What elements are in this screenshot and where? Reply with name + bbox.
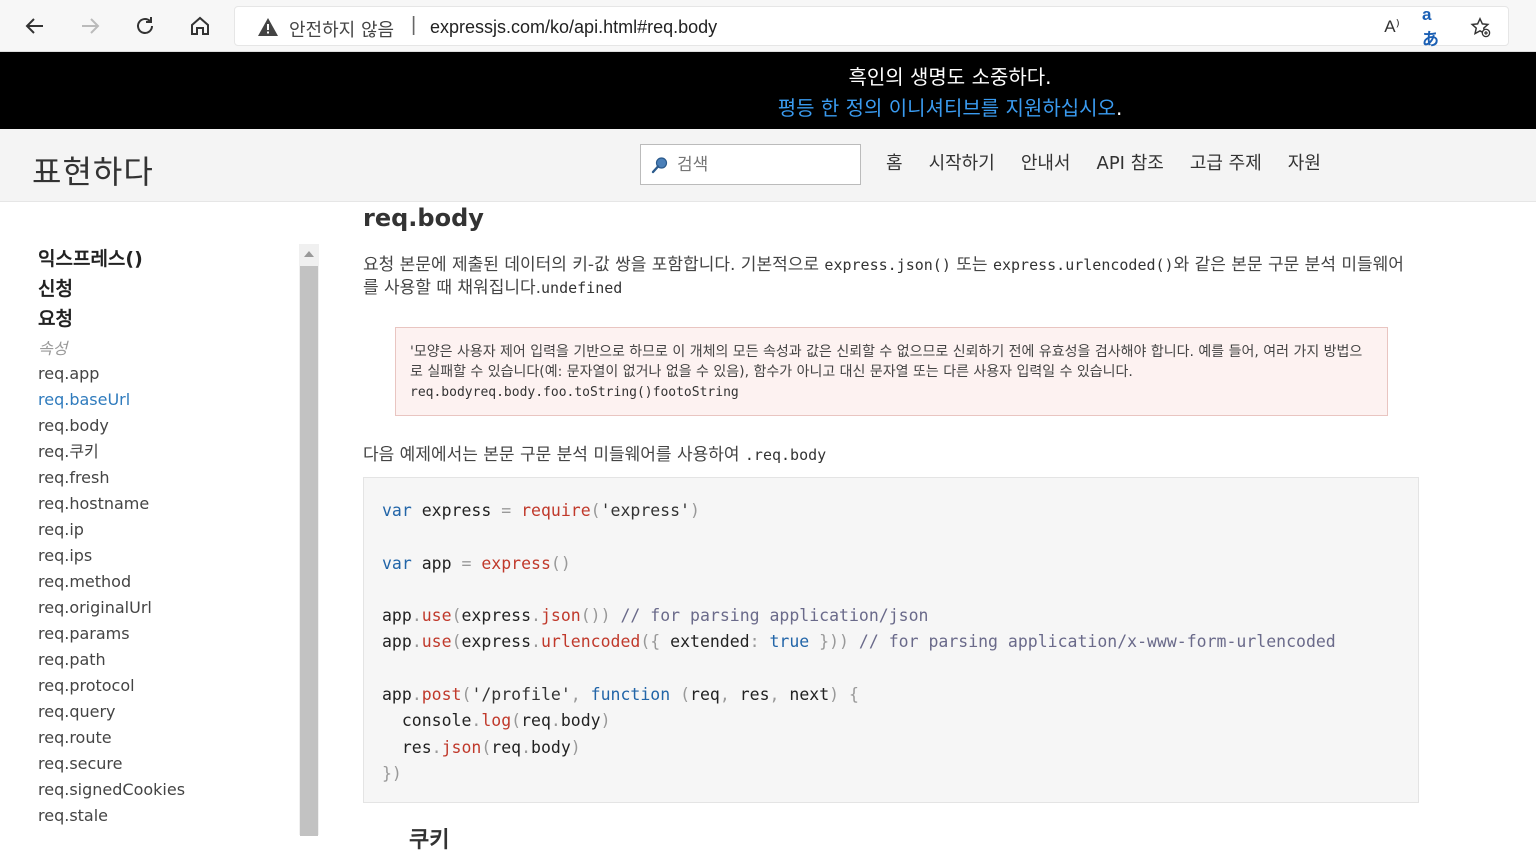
description-paragraph: 요청 본문에 제출된 데이터의 키-값 쌍을 포함합니다. 기본적으로 expr… xyxy=(363,254,1418,300)
warning-callout: '모양은 사용자 제어 입력을 기반으로 하므로 이 개체의 모든 속성과 값은… xyxy=(395,327,1388,416)
site-logo[interactable]: 표현하다 xyxy=(32,147,154,193)
example-intro-text: 다음 예제에서는 본문 구문 분석 미들웨어를 사용하여 xyxy=(363,445,745,465)
blm-banner: 흑인의 생명도 소중하다. 평등 한 정의 이니셔티브를 지원하십시오. xyxy=(0,52,1536,129)
banner-headline: 흑인의 생명도 소중하다. xyxy=(848,65,1052,89)
sidebar-item-req-cookies[interactable]: req.쿠키 xyxy=(38,439,185,465)
sidebar-item-req-app[interactable]: req.app xyxy=(38,361,185,387)
translate-icon[interactable]: aあ xyxy=(1422,5,1448,49)
sidebar-item-req-hostname[interactable]: req.hostname xyxy=(38,491,185,517)
scroll-up-arrow-icon[interactable] xyxy=(299,244,319,264)
sidebar-heading-express[interactable]: 익스프레스() xyxy=(38,244,185,274)
next-section-heading: 쿠키 xyxy=(409,828,450,853)
sidebar-item-req-fresh[interactable]: req.fresh xyxy=(38,465,185,491)
warning-text: '모양은 사용자 제어 입력을 기반으로 하므로 이 개체의 모든 속성과 값은… xyxy=(410,344,1363,380)
forward-button[interactable] xyxy=(72,8,108,44)
sidebar-item-req-method[interactable]: req.method xyxy=(38,569,185,595)
menu-guide[interactable]: 안내서 xyxy=(1021,149,1071,175)
description-text-a: 요청 본문에 제출된 데이터의 키-값 쌍을 포함합니다. 기본적으로 xyxy=(363,255,825,275)
sidebar-item-req-route[interactable]: req.route xyxy=(38,725,185,751)
search-box[interactable] xyxy=(640,144,861,185)
read-aloud-icon[interactable]: A⁾ xyxy=(1379,15,1405,39)
url-text[interactable]: expressjs.com/ko/api.html#req.body xyxy=(430,17,717,38)
description-text-b: 또는 xyxy=(950,255,993,275)
site-header: 표현하다 홈 시작하기 안내서 API 참조 고급 주제 자원 xyxy=(0,129,1536,202)
sidebar-subheading-properties: 속성 xyxy=(38,339,68,358)
browser-toolbar: 안전하지 않음 | expressjs.com/ko/api.html#req.… xyxy=(0,0,1536,52)
sidebar-item-req-originalurl[interactable]: req.originalUrl xyxy=(38,595,185,621)
sidebar-heading-application[interactable]: 신청 xyxy=(38,274,185,304)
menu-advanced-topics[interactable]: 고급 주제 xyxy=(1190,149,1262,175)
back-arrow-icon xyxy=(25,18,43,34)
sidebar-item-req-secure[interactable]: req.secure xyxy=(38,751,185,777)
banner-period: . xyxy=(1115,96,1123,120)
sidebar-item-req-signedcookies[interactable]: req.signedCookies xyxy=(38,777,185,803)
sidebar-item-req-params[interactable]: req.params xyxy=(38,621,185,647)
home-button[interactable] xyxy=(182,8,218,44)
warning-code: req.bodyreq.body.foo.toString()footoStri… xyxy=(410,385,739,400)
code-express-urlencoded: express.urlencoded() xyxy=(992,256,1174,274)
menu-getting-started[interactable]: 시작하기 xyxy=(929,149,995,175)
scrollbar-thumb[interactable] xyxy=(300,266,318,836)
api-sidebar: 익스프레스() 신청 요청 속성 req.app req.baseUrl req… xyxy=(0,202,320,836)
address-separator: | xyxy=(411,14,417,36)
sidebar-heading-request[interactable]: 요청 xyxy=(38,304,185,334)
sidebar-item-req-stale[interactable]: req.stale xyxy=(38,803,185,829)
sidebar-item-req-ips[interactable]: req.ips xyxy=(38,543,185,569)
sidebar-item-req-ip[interactable]: req.ip xyxy=(38,517,185,543)
page-title: req.body xyxy=(363,204,484,232)
sidebar-item-req-baseurl[interactable]: req.baseUrl xyxy=(38,387,185,413)
example-intro-code: .req.body xyxy=(744,446,827,464)
sidebar-list: 익스프레스() 신청 요청 속성 req.app req.baseUrl req… xyxy=(38,244,185,829)
code-example: var express = require('express') var app… xyxy=(363,477,1419,803)
code-express-json: express.json() xyxy=(824,256,951,274)
example-intro: 다음 예제에서는 본문 구문 분석 미들웨어를 사용하여 .req.body xyxy=(363,440,826,465)
sidebar-item-req-body[interactable]: req.body xyxy=(38,413,185,439)
warning-triangle-icon xyxy=(258,18,278,36)
back-button[interactable] xyxy=(17,8,53,44)
refresh-icon xyxy=(137,17,153,34)
sidebar-item-req-protocol[interactable]: req.protocol xyxy=(38,673,185,699)
banner-subline: 평등 한 정의 이니셔티브를 지원하십시오. xyxy=(0,92,1536,121)
not-secure-label[interactable]: 안전하지 않음 xyxy=(289,16,394,42)
add-favorite-icon[interactable] xyxy=(1467,15,1493,39)
refresh-button[interactable] xyxy=(127,8,163,44)
sidebar-scrollbar[interactable] xyxy=(299,244,319,836)
sidebar-item-req-path[interactable]: req.path xyxy=(38,647,185,673)
menu-home[interactable]: 홈 xyxy=(886,149,903,175)
search-icon xyxy=(651,157,668,174)
address-bar[interactable]: 안전하지 않음 | expressjs.com/ko/api.html#req.… xyxy=(234,5,1509,49)
code-undefined: undefined xyxy=(541,279,623,297)
home-icon xyxy=(191,16,209,35)
menu-resources[interactable]: 자원 xyxy=(1288,149,1321,175)
menu-api-reference[interactable]: API 참조 xyxy=(1097,149,1164,175)
main-menu: 홈 시작하기 안내서 API 참조 고급 주제 자원 xyxy=(886,149,1347,175)
search-input[interactable] xyxy=(677,153,847,177)
forward-arrow-icon xyxy=(82,18,100,34)
banner-link[interactable]: 평등 한 정의 이니셔티브를 지원하십시오 xyxy=(778,96,1116,120)
sidebar-item-req-query[interactable]: req.query xyxy=(38,699,185,725)
